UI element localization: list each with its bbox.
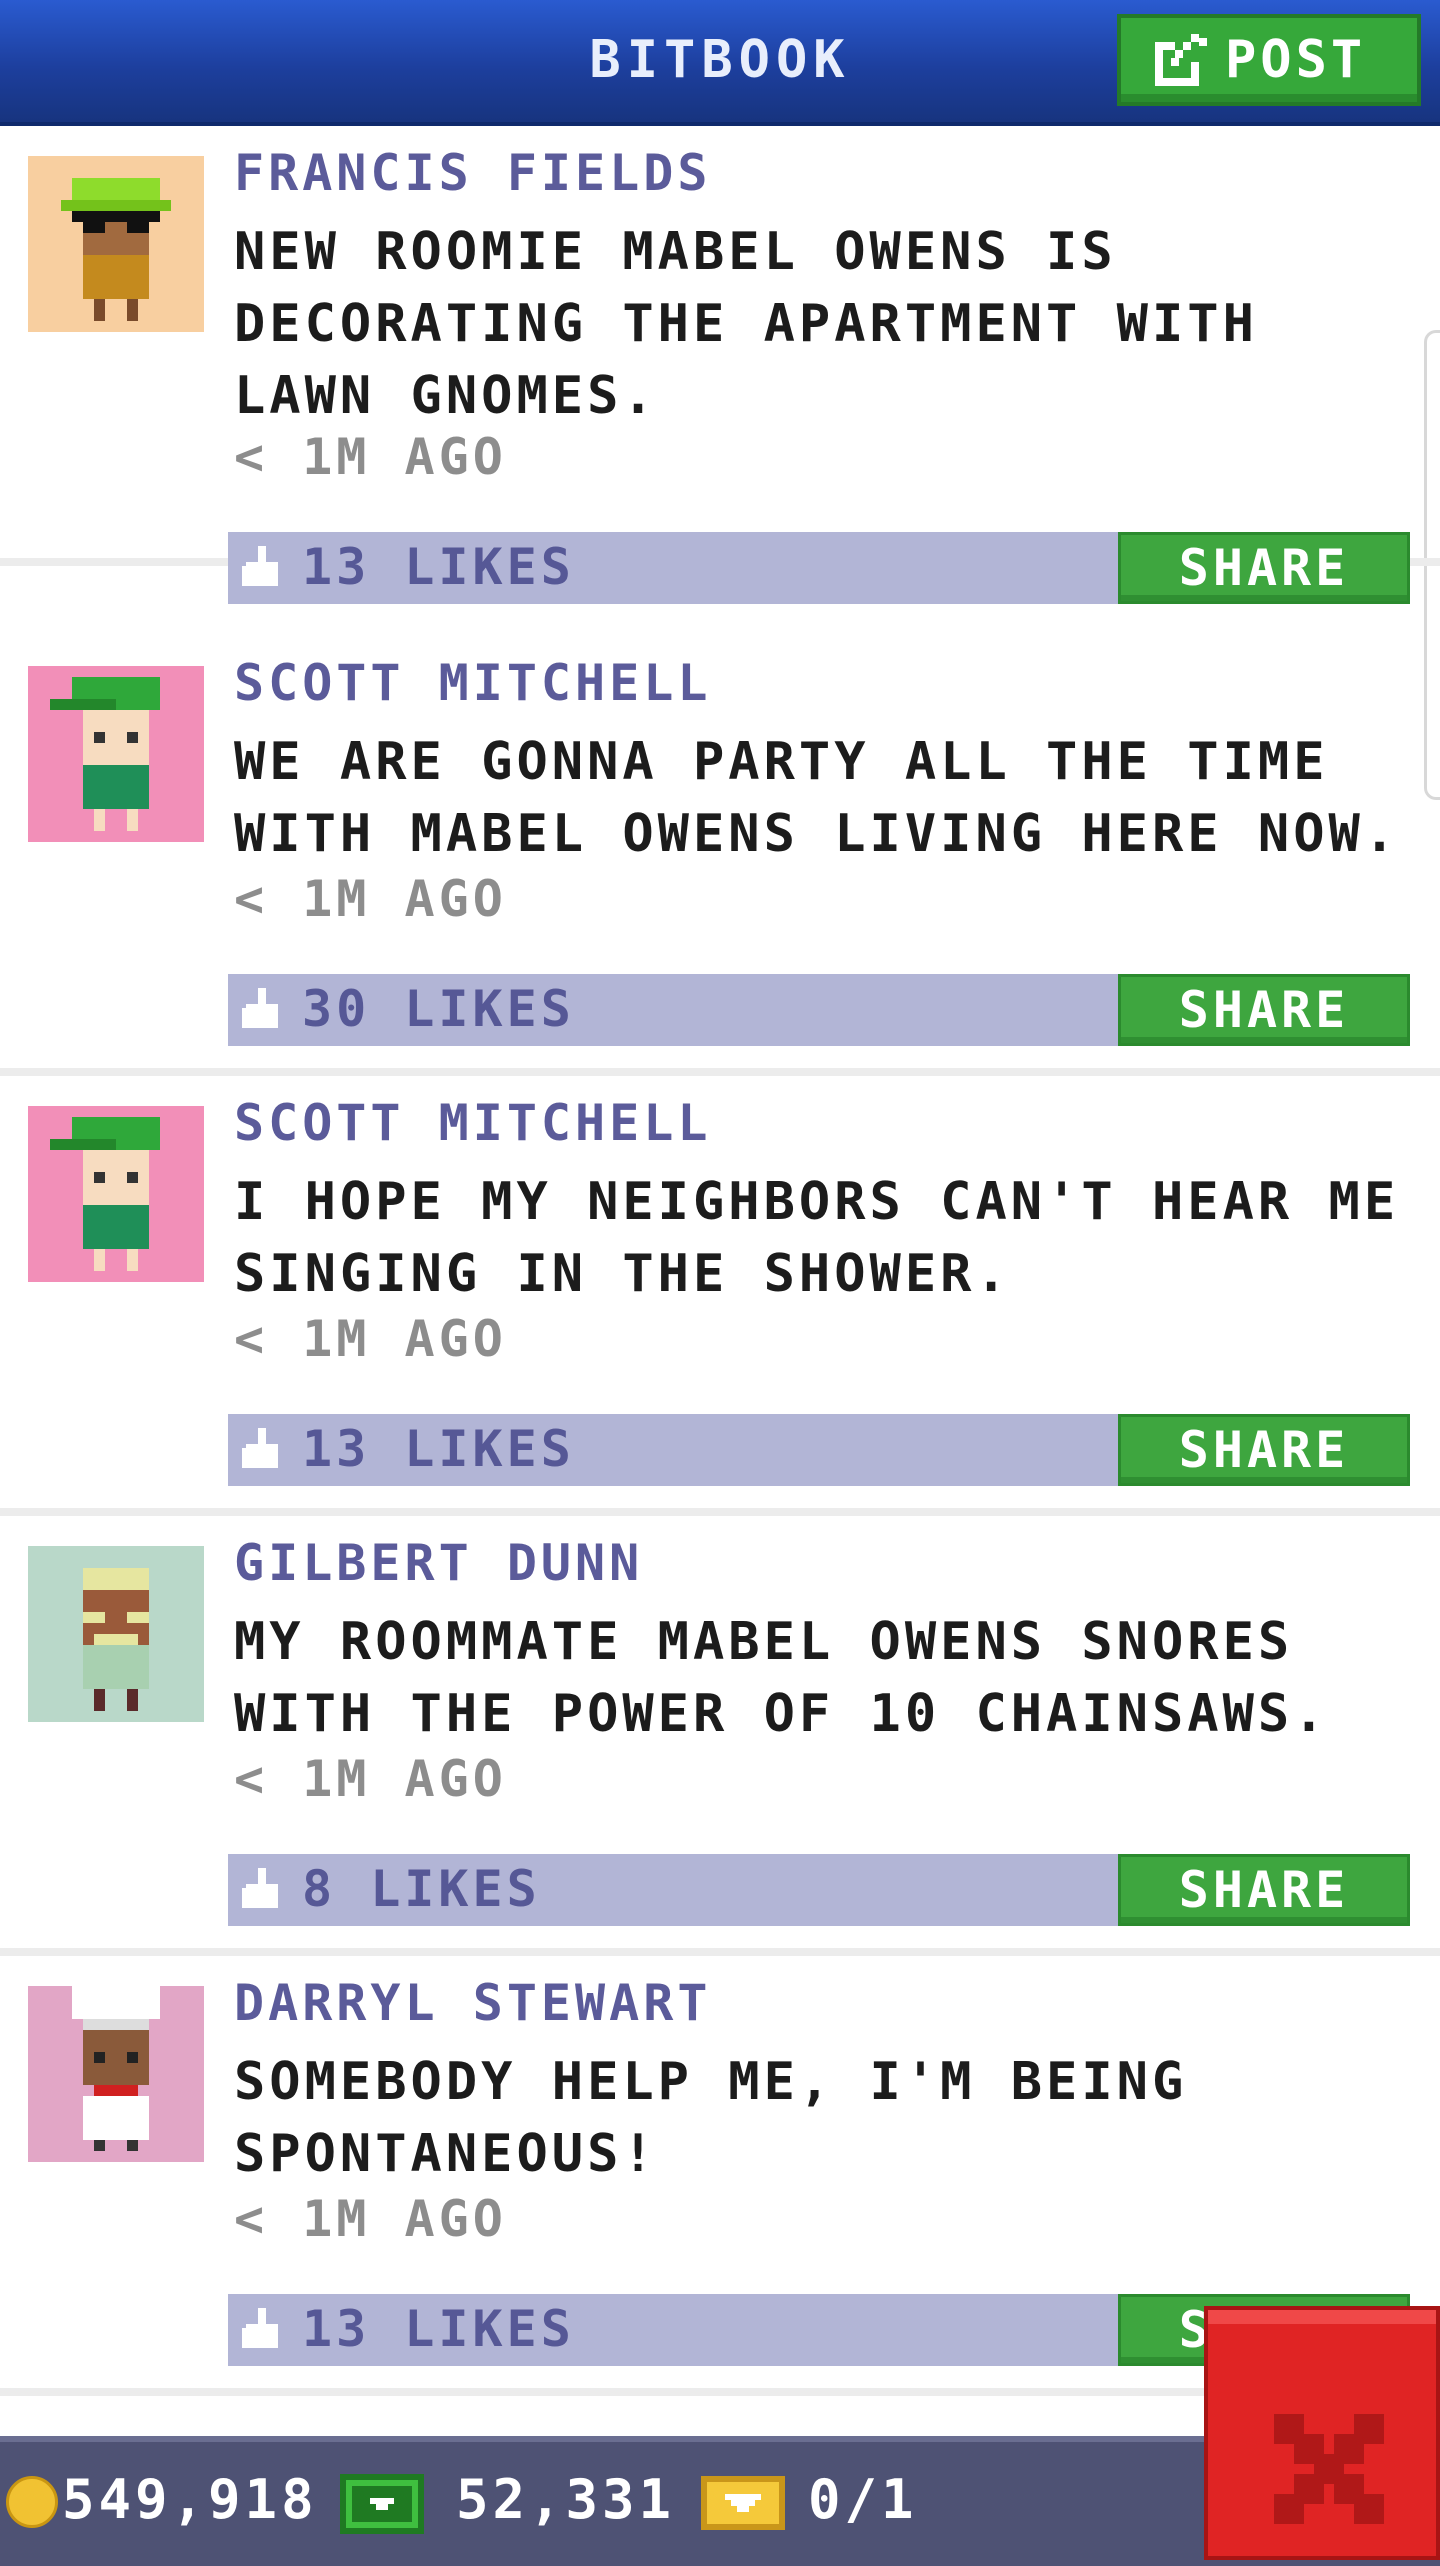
- thumbs-up-icon[interactable]: [242, 1868, 282, 1912]
- author-name[interactable]: FRANCIS FIELDS: [234, 144, 711, 202]
- avatar[interactable]: [28, 1546, 204, 1722]
- author-name[interactable]: SCOTT MITCHELL: [234, 1094, 711, 1152]
- like-bar: 8 LIKES SHARE: [228, 1854, 1410, 1926]
- avatar[interactable]: [28, 666, 204, 842]
- share-button[interactable]: SHARE: [1118, 974, 1410, 1046]
- like-bar: 30 LIKES SHARE: [228, 974, 1410, 1046]
- bux-balance: 52,331: [456, 2468, 676, 2531]
- coin-icon: [6, 2476, 58, 2528]
- avatar[interactable]: [28, 156, 204, 332]
- post-button[interactable]: POST: [1117, 14, 1421, 106]
- like-bar: 13 LIKES SHARE: [228, 532, 1410, 604]
- share-button[interactable]: SHARE: [1118, 1854, 1410, 1926]
- thumbs-up-icon[interactable]: [242, 988, 282, 1032]
- coin-balance: 549,918: [62, 2468, 318, 2531]
- feed-post: SCOTT MITCHELL I HOPE MY NEIGHBORS CAN'T…: [0, 1076, 1440, 1516]
- share-button[interactable]: SHARE: [1118, 1414, 1410, 1486]
- like-count: 13 LIKES: [302, 1420, 575, 1478]
- post-message: NEW ROOMIE MABEL OWENS IS DECORATING THE…: [234, 222, 1258, 426]
- feed-post: FRANCIS FIELDS NEW ROOMIE MABEL OWENS IS…: [0, 126, 1440, 604]
- ticket-count: 0/1: [808, 2468, 918, 2531]
- post-button-label: POST: [1225, 30, 1367, 90]
- edit-icon: [1155, 34, 1207, 86]
- author-name[interactable]: GILBERT DUNN: [234, 1534, 643, 1592]
- cash-icon: [340, 2474, 424, 2534]
- feed-post: SCOTT MITCHELL WE ARE GONNA PARTY ALL TH…: [0, 636, 1440, 1076]
- post-time: < 1M AGO: [234, 870, 507, 928]
- post-time: < 1M AGO: [234, 2190, 507, 2248]
- avatar[interactable]: [28, 1986, 204, 2162]
- feed-post: GILBERT DUNN MY ROOMMATE MABEL OWENS SNO…: [0, 1516, 1440, 1956]
- like-count: 30 LIKES: [302, 980, 575, 1038]
- post-message: WE ARE GONNA PARTY ALL THE TIME WITH MAB…: [234, 732, 1400, 864]
- post-time: < 1M AGO: [234, 1750, 507, 1808]
- like-bar: 13 LIKES SHARE: [228, 1414, 1410, 1486]
- thumbs-up-icon[interactable]: [242, 2308, 282, 2352]
- post-time: < 1M AGO: [234, 428, 507, 486]
- top-bar: BITBOOK POST: [0, 0, 1440, 126]
- post-message: MY ROOMMATE MABEL OWENS SNORES WITH THE …: [234, 1612, 1329, 1744]
- ticket-icon: [701, 2476, 785, 2530]
- close-button[interactable]: [1204, 2306, 1440, 2560]
- post-message: I HOPE MY NEIGHBORS CAN'T HEAR ME SINGIN…: [234, 1172, 1400, 1304]
- close-icon: [1274, 2414, 1384, 2524]
- post-message: SOMEBODY HELP ME, I'M BEING SPONTANEOUS!: [234, 2052, 1188, 2184]
- author-name[interactable]: SCOTT MITCHELL: [234, 654, 711, 712]
- like-count: 8 LIKES: [302, 1860, 541, 1918]
- post-time: < 1M AGO: [234, 1310, 507, 1368]
- share-button[interactable]: SHARE: [1118, 532, 1410, 604]
- thumbs-up-icon[interactable]: [242, 546, 282, 590]
- thumbs-up-icon[interactable]: [242, 1428, 282, 1472]
- like-count: 13 LIKES: [302, 2300, 575, 2358]
- avatar[interactable]: [28, 1106, 204, 1282]
- author-name[interactable]: DARRYL STEWART: [234, 1974, 711, 2032]
- like-count: 13 LIKES: [302, 538, 575, 596]
